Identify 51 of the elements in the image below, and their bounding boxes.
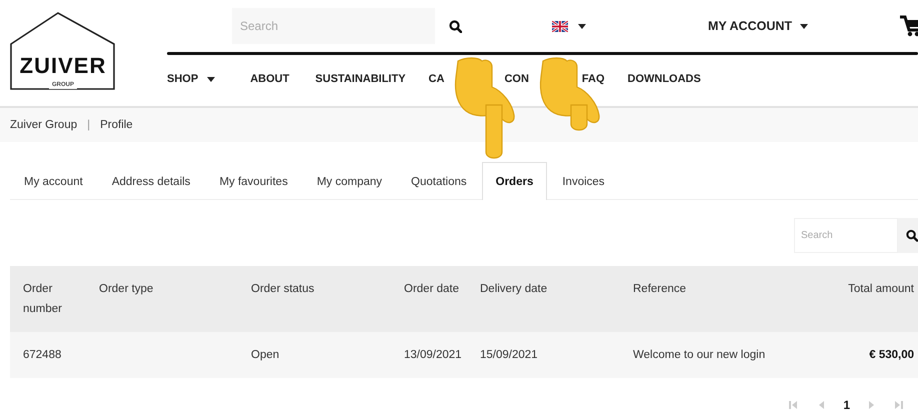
nav-link[interactable]: CA xyxy=(428,73,444,85)
flag-icon xyxy=(552,20,568,32)
nav-link[interactable]: DOWNLOADS xyxy=(628,73,701,85)
tab[interactable]: My account xyxy=(10,162,97,200)
table-cell-text: € 530,00 xyxy=(868,348,915,363)
nav-link[interactable]: FAQ xyxy=(582,73,605,85)
caret-icon xyxy=(578,24,586,28)
account-menu[interactable]: MY ACCOUNT xyxy=(708,19,808,33)
column-header: Order type xyxy=(98,282,154,297)
table-cell-text: 672488 xyxy=(22,348,62,363)
search-field[interactable]: Search xyxy=(232,8,435,44)
next-page-icon xyxy=(868,401,875,409)
cart-button[interactable] xyxy=(900,15,918,37)
breadcrumb-link[interactable]: Profile xyxy=(100,119,133,131)
column-header: Delivery date xyxy=(479,282,548,297)
tab[interactable]: My favourites xyxy=(205,162,302,200)
cart-icon xyxy=(900,15,918,37)
column-header: Reference xyxy=(632,282,688,297)
first-page-icon xyxy=(789,401,798,409)
tab[interactable]: My company xyxy=(302,162,396,200)
tab[interactable]: Quotations xyxy=(397,162,481,200)
last-page-icon xyxy=(895,401,904,409)
search-button[interactable] xyxy=(447,18,464,34)
nav-link[interactable]: ABOUT xyxy=(250,73,290,85)
column-header: Order status xyxy=(250,282,316,297)
nav-link[interactable]: CON xyxy=(504,73,529,85)
page-number[interactable]: 1 xyxy=(837,398,856,410)
house-outline-icon xyxy=(10,12,116,90)
column-header: Order number xyxy=(22,282,63,317)
search-icon xyxy=(906,229,918,242)
table-search-button[interactable] xyxy=(898,218,918,253)
caret-icon xyxy=(800,24,808,28)
tab[interactable]: Invoices xyxy=(548,162,619,200)
breadcrumb-separator: | xyxy=(87,119,90,131)
table-cell-text: Open xyxy=(250,348,280,363)
column-header: Order date xyxy=(403,282,460,297)
caret-icon xyxy=(207,76,216,82)
tab[interactable]: Orders xyxy=(482,162,548,200)
nav-link[interactable]: SHOP xyxy=(167,73,228,85)
table-cell-text: Welcome to our new login xyxy=(632,348,766,363)
language-selector[interactable] xyxy=(552,20,586,32)
search-icon xyxy=(449,20,462,32)
breadcrumb-link[interactable]: Zuiver Group xyxy=(10,119,78,131)
table-cell-text: 13/09/2021 xyxy=(403,348,463,363)
table-search-field[interactable]: Search xyxy=(794,218,898,253)
previous-page-icon xyxy=(818,401,826,409)
logo-wordmark: ZUIVER xyxy=(20,54,106,78)
column-header: Total amount xyxy=(847,282,915,297)
tab[interactable]: Address details xyxy=(98,162,204,200)
table-cell-text: 15/09/2021 xyxy=(479,348,539,363)
nav-link[interactable]: SUSTAINABILITY xyxy=(315,73,406,85)
